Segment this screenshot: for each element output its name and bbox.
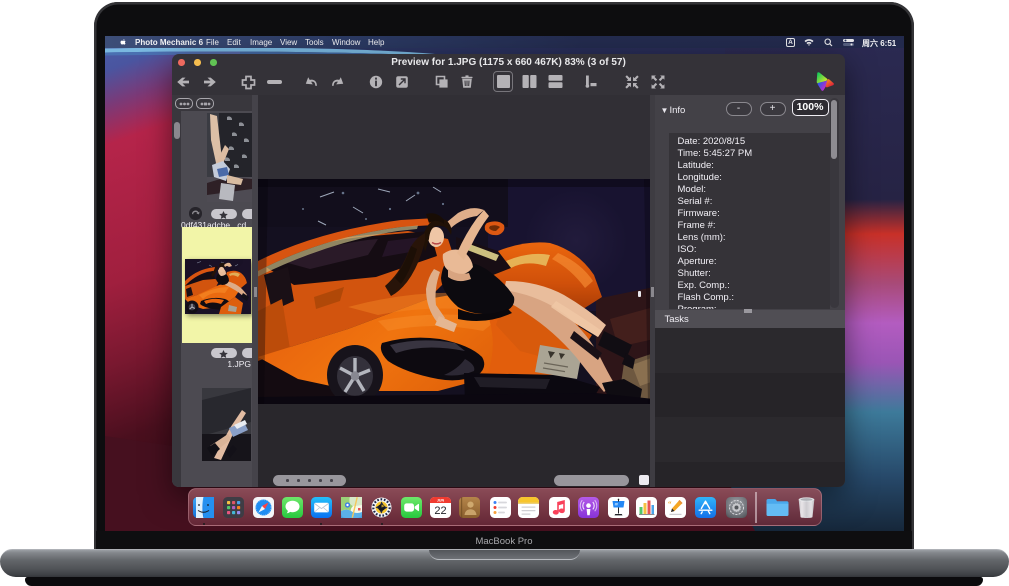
svg-text:JUN: JUN bbox=[437, 499, 445, 503]
svg-text:“: “ bbox=[668, 500, 672, 508]
svg-text:22: 22 bbox=[434, 505, 446, 517]
